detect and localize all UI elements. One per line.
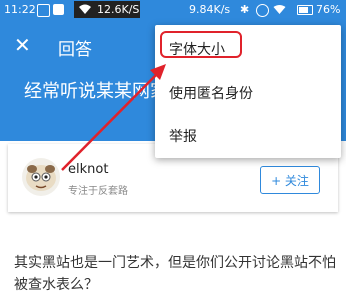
annotation-arrow xyxy=(61,64,166,171)
